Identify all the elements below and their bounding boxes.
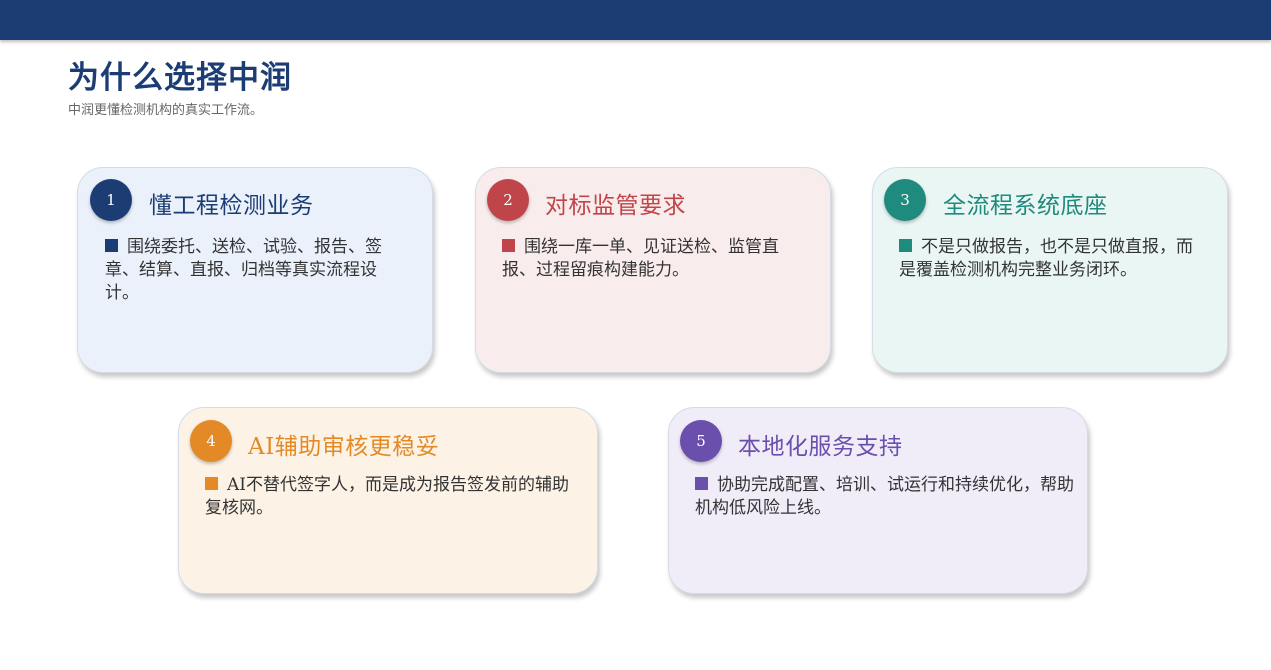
card-title: 对标监管要求: [545, 193, 686, 219]
header-bar: [0, 0, 1271, 40]
card-number-badge: 3: [884, 179, 926, 221]
card-description-text: 围绕委托、送检、试验、报告、签章、结算、直报、归档等真实流程设计。: [105, 237, 382, 303]
card-number-badge: 1: [90, 179, 132, 221]
square-bullet-icon: [105, 239, 118, 252]
feature-card-3: 3 全流程系统底座 不是只做报告，也不是只做直报，而是覆盖检测机构完整业务闭环。: [872, 167, 1228, 373]
card-description-text: 协助完成配置、培训、试运行和持续优化，帮助机构低风险上线。: [695, 475, 1074, 518]
card-description: 协助完成配置、培训、试运行和持续优化，帮助机构低风险上线。: [695, 474, 1075, 520]
square-bullet-icon: [695, 477, 708, 490]
card-description: 围绕委托、送检、试验、报告、签章、结算、直报、归档等真实流程设计。: [105, 236, 410, 305]
card-description: 不是只做报告，也不是只做直报，而是覆盖检测机构完整业务闭环。: [899, 236, 1209, 282]
card-number-badge: 5: [680, 420, 722, 462]
feature-card-5: 5 本地化服务支持 协助完成配置、培训、试运行和持续优化，帮助机构低风险上线。: [668, 407, 1088, 594]
page-title: 为什么选择中润: [68, 60, 292, 96]
square-bullet-icon: [205, 477, 218, 490]
card-description-text: AI不替代签字人，而是成为报告签发前的辅助复核网。: [205, 475, 569, 518]
feature-card-4: 4 AI辅助审核更稳妥 AI不替代签字人，而是成为报告签发前的辅助复核网。: [178, 407, 598, 594]
square-bullet-icon: [502, 239, 515, 252]
card-description: 围绕一库一单、见证送检、监管直报、过程留痕构建能力。: [502, 236, 807, 282]
card-number-badge: 2: [487, 179, 529, 221]
feature-card-2: 2 对标监管要求 围绕一库一单、见证送检、监管直报、过程留痕构建能力。: [475, 167, 831, 373]
card-description-text: 围绕一库一单、见证送检、监管直报、过程留痕构建能力。: [502, 237, 779, 280]
card-description-text: 不是只做报告，也不是只做直报，而是覆盖检测机构完整业务闭环。: [899, 237, 1193, 280]
feature-card-1: 1 懂工程检测业务 围绕委托、送检、试验、报告、签章、结算、直报、归档等真实流程…: [77, 167, 433, 373]
page-subtitle: 中润更懂检测机构的真实工作流。: [68, 103, 264, 118]
card-title: 懂工程检测业务: [149, 193, 314, 219]
card-title: AI辅助审核更稳妥: [248, 434, 440, 460]
card-description: AI不替代签字人，而是成为报告签发前的辅助复核网。: [205, 474, 575, 520]
slide: 为什么选择中润 中润更懂检测机构的真实工作流。 1 懂工程检测业务 围绕委托、送…: [0, 0, 1271, 670]
card-title: 本地化服务支持: [738, 434, 903, 460]
card-number-badge: 4: [190, 420, 232, 462]
card-title: 全流程系统底座: [943, 193, 1108, 219]
square-bullet-icon: [899, 239, 912, 252]
